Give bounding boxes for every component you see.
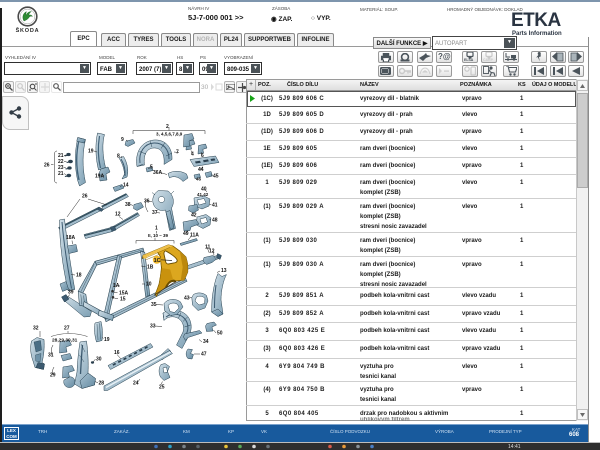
svg-text:36: 36 [144,199,150,205]
svg-text:9: 9 [121,137,124,143]
svg-text:3, 4,5,6,7,8,9: 3, 4,5,6,7,8,9 [156,132,183,137]
svg-text:41: 41 [212,203,218,209]
svg-text:49: 49 [183,231,189,237]
svg-text:1C: 1C [154,258,161,264]
svg-text:50: 50 [217,331,223,337]
svg-text:19A: 19A [95,174,105,180]
svg-text:47: 47 [201,352,207,358]
svg-text:21: 21 [58,171,64,177]
svg-text:19: 19 [88,149,94,155]
svg-text:28,29,30,31: 28,29,30,31 [52,338,78,344]
svg-text:26: 26 [44,163,50,169]
svg-text:18: 18 [76,273,82,279]
svg-text:33: 33 [150,324,156,330]
svg-text:41,42: 41,42 [197,192,209,197]
svg-text:37: 37 [152,210,158,216]
svg-text:39: 39 [68,290,74,296]
svg-text:11A: 11A [190,233,199,239]
svg-text:31: 31 [48,353,54,359]
svg-text:16: 16 [114,350,120,356]
svg-text:45: 45 [213,174,219,180]
svg-text:10: 10 [146,282,152,288]
svg-text:18A: 18A [66,235,76,241]
svg-text:14: 14 [123,183,129,189]
svg-text:44: 44 [198,167,204,173]
svg-text:II, 10 – 39: II, 10 – 39 [148,233,169,238]
svg-text:8: 8 [117,154,120,160]
svg-text:15: 15 [120,297,126,303]
svg-text:1B: 1B [147,265,154,271]
svg-text:32: 32 [33,326,39,332]
svg-text:19: 19 [104,337,110,343]
svg-text:28: 28 [99,381,105,387]
svg-text:30: 30 [96,357,102,363]
svg-text:38: 38 [125,202,131,208]
svg-text:13: 13 [221,268,227,274]
svg-text:25: 25 [159,385,165,391]
svg-text:43: 43 [184,296,190,302]
svg-text:35: 35 [151,302,157,308]
svg-text:48: 48 [212,218,218,224]
svg-text:29: 29 [50,373,56,379]
svg-text:34: 34 [203,339,209,345]
svg-text:26: 26 [82,194,88,200]
svg-text:1: 1 [155,226,158,232]
svg-text:27: 27 [64,326,70,332]
svg-text:46: 46 [196,177,202,182]
svg-text:12: 12 [115,212,121,218]
svg-text:42: 42 [191,213,197,219]
svg-text:2: 2 [166,124,169,130]
